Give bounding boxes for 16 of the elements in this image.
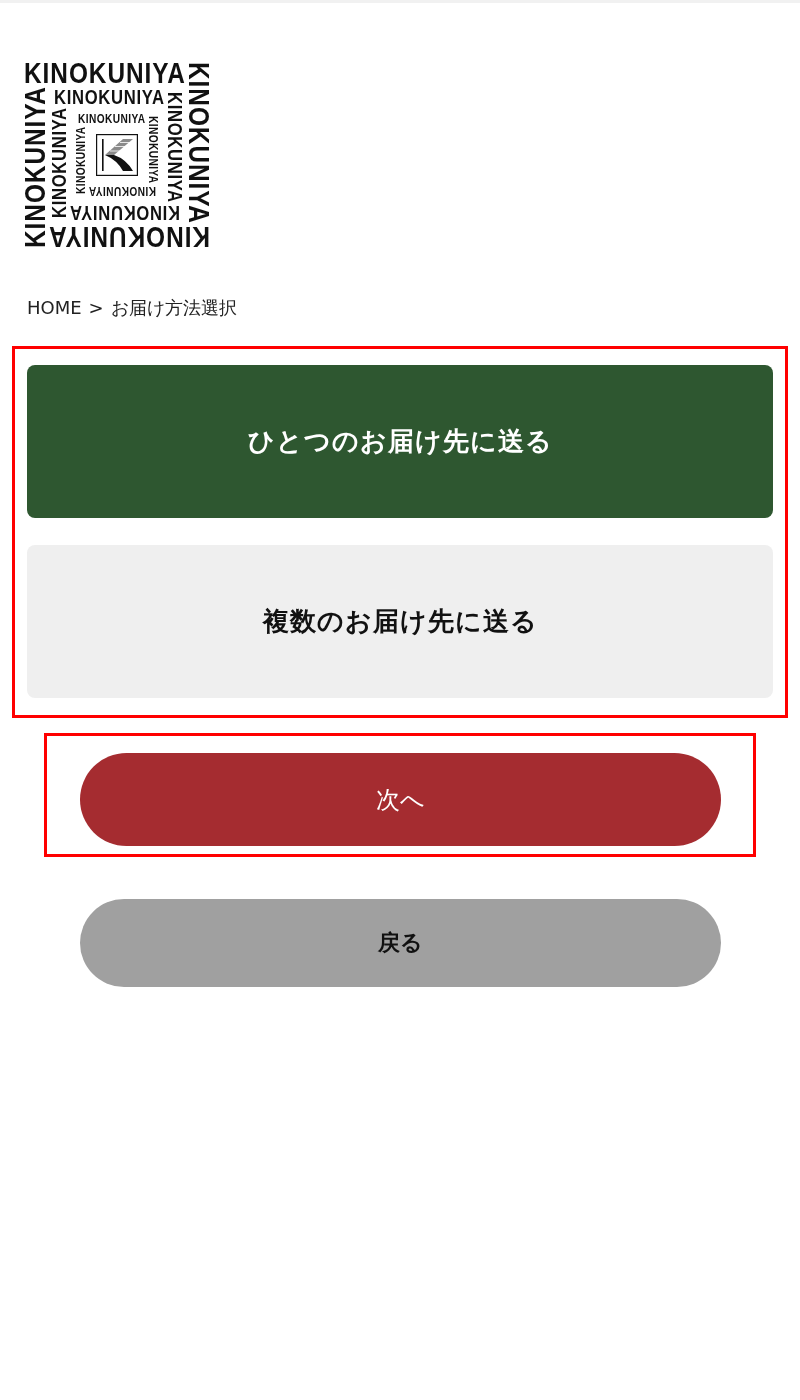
delivery-option-button[interactable]: 複数のお届け先に送る: [27, 545, 773, 698]
breadcrumb-separator: >: [88, 297, 104, 319]
logo-text: KINOKUNIYA: [54, 85, 164, 109]
logo-text: KINOKUNIYA: [70, 201, 180, 225]
k-emblem-icon: [96, 134, 138, 176]
logo-text: KINOKUNIYA: [89, 184, 156, 198]
logo-text: KINOKUNIYA: [78, 112, 145, 126]
delivery-option-button[interactable]: ひとつのお届け先に送る: [27, 365, 773, 518]
next-button[interactable]: 次へ: [80, 753, 721, 846]
logo-text: KINOKUNIYA: [146, 116, 160, 183]
breadcrumb-current: お届け方法選択: [110, 297, 237, 319]
logo-text: KINOKUNIYA: [74, 127, 88, 194]
back-button[interactable]: 戻る: [80, 899, 721, 987]
logo-text: KINOKUNIYA: [47, 108, 71, 218]
logo-text: KINOKUNIYA: [163, 92, 187, 202]
breadcrumb-link[interactable]: HOME: [27, 297, 82, 319]
